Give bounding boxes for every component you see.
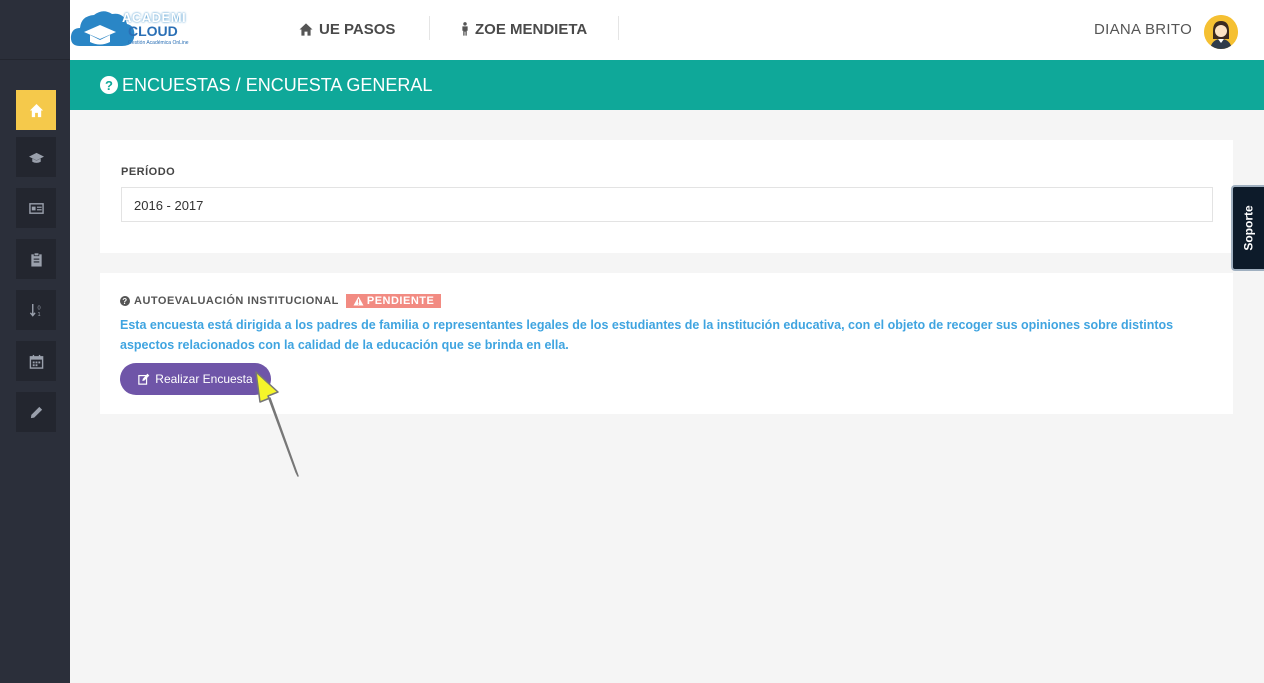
take-survey-label: Realizar Encuesta [155,372,253,386]
user-name[interactable]: DIANA BRITO [1094,21,1192,38]
nav-divider [429,16,430,40]
nav-school-label: UE PASOS [319,20,396,38]
sidebar-item-grades[interactable]: 01 [16,290,56,330]
support-tab[interactable]: Soporte [1231,185,1264,271]
clipboard-icon [30,252,42,267]
edit-icon [138,373,150,385]
calendar-icon [29,354,43,369]
top-bar: ACADEMI CLOUD Gestión Académica OnLine U… [70,0,1264,60]
nav-school[interactable]: UE PASOS [299,17,395,41]
sidebar-item-calendar[interactable] [16,341,56,381]
survey-description: Esta encuesta está dirigida a los padres… [120,318,1174,352]
academicloud-logo[interactable]: ACADEMI CLOUD Gestión Académica OnLine [70,6,200,52]
svg-text:0: 0 [37,305,40,311]
period-label: PERÍODO [121,166,176,178]
avatar-icon [1204,15,1238,49]
warning-icon [353,296,364,306]
home-icon [299,22,313,36]
pointer-arrow-icon [255,371,299,477]
svg-text:1: 1 [37,312,40,318]
breadcrumb: ENCUESTAS / ENCUESTA GENERAL [122,74,433,95]
status-badge-label: PENDIENTE [366,295,435,307]
support-tab-label: Soporte [1241,205,1256,251]
nav-divider [618,16,619,40]
graduation-cap-icon [28,152,44,163]
sort-numeric-icon: 01 [29,303,40,318]
user-avatar[interactable] [1204,15,1238,49]
person-icon [462,22,468,36]
survey-title: AUTOEVALUACIÓN INSTITUCIONAL [134,295,339,307]
sidebar-item-courses[interactable] [16,137,56,177]
sidebar-item-tasks[interactable] [16,239,56,279]
question-circle-icon: ? [100,76,118,94]
sidebar-top [0,0,70,60]
id-card-icon [28,202,44,214]
nav-student[interactable]: ZOE MENDIETA [461,17,587,41]
sidebar: 01 [0,0,70,683]
logo-tagline: Gestión Académica OnLine [128,40,189,46]
logo-text-cloud: CLOUD [128,23,178,39]
sidebar-item-records[interactable] [16,188,56,228]
period-card: PERÍODO 2016 - 2017 [100,140,1233,253]
sidebar-item-home[interactable] [16,90,56,130]
survey-heading: ? AUTOEVALUACIÓN INSTITUCIONAL PENDIENTE [120,294,442,308]
pencil-icon [30,406,42,418]
question-circle-icon: ? [120,296,130,306]
page-header: ? ENCUESTAS / ENCUESTA GENERAL [70,60,1264,110]
period-select[interactable]: 2016 - 2017 [121,187,1213,222]
sidebar-item-edit[interactable] [16,392,56,432]
nav-student-label: ZOE MENDIETA [475,20,588,38]
take-survey-button[interactable]: Realizar Encuesta [120,363,271,395]
home-icon [29,103,43,117]
status-badge: PENDIENTE [345,294,442,308]
